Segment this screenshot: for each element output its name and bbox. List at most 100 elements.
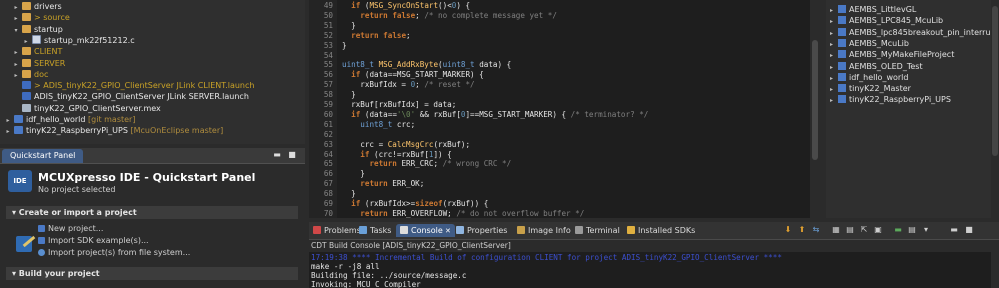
explorer-tree-row[interactable]: tinyK22_GPIO_ClientServer.mex: [12, 103, 161, 114]
code-line[interactable]: return ERR_OVERFLOW; /* do not overflow …: [342, 209, 584, 218]
tab-console[interactable]: Console ✕: [396, 224, 455, 237]
code-line[interactable]: crc = CalcMsgCrc(rxBuf);: [342, 140, 470, 150]
tasks-icon: [359, 226, 367, 234]
new-console-icon[interactable]: ▬: [893, 225, 903, 235]
minimize-button[interactable]: ▬: [272, 150, 282, 160]
code-line[interactable]: if (MSG_SyncOnStart()<0) {: [342, 1, 470, 11]
tab-label: Tasks: [370, 226, 392, 235]
open-console-icon[interactable]: ▤: [907, 225, 917, 235]
editor-scrollbar[interactable]: [810, 0, 820, 218]
link-icon[interactable]: ⇆: [811, 225, 821, 235]
project-icon: [838, 61, 846, 70]
pin-icon[interactable]: ⇱: [859, 225, 869, 235]
project-list-scrollbar-thumb[interactable]: [992, 6, 998, 156]
explorer-tree-label: tinyK22_RaspberryPi_UPS: [26, 126, 128, 136]
tab-problems[interactable]: Problems: [313, 224, 361, 237]
tab-properties[interactable]: Properties: [456, 224, 507, 237]
explorer-tree-row[interactable]: ▸ tinyK22_RaspberryPi_UPS [McuOnEclipse m…: [4, 125, 223, 136]
console-line: Invoking: MCU C Compiler: [311, 280, 421, 288]
section-create-import[interactable]: ▾ Create or import a project: [6, 206, 298, 219]
project-list-item[interactable]: ▸ idf_hello_world: [830, 72, 908, 83]
project-list-item[interactable]: ▸ AEMBS_lpc845breakout_pin_interrupt: [830, 27, 999, 38]
explorer-tree-label: > ADIS_tinyK22_GPIO_ClientServer JLink C…: [34, 81, 255, 91]
close-tab-icon[interactable]: ✕: [443, 227, 451, 235]
mcuxpresso-logo-icon: IDE: [8, 170, 32, 192]
tab-quickstart-panel[interactable]: Quickstart Panel: [2, 149, 84, 163]
list-icon[interactable]: ▤: [845, 225, 855, 235]
import-sdk-examples-link[interactable]: Import SDK example(s)...: [38, 235, 149, 246]
new-project-link[interactable]: New project...: [38, 223, 103, 234]
project-list-item[interactable]: ▸ AEMBS_McuLib: [830, 38, 909, 49]
expand-twisty-icon[interactable]: ▸: [4, 126, 12, 137]
git-branch-annotation: [McuOnEclipse master]: [127, 126, 224, 136]
explorer-tree-row[interactable]: ADIS_tinyK22_GPIO_ClientServer JLink SER…: [12, 91, 249, 102]
console-tabbar: Problems Tasks Console ✕ Properties Image In…: [309, 222, 999, 240]
console-view: Problems Tasks Console ✕ Properties Image In…: [309, 222, 999, 288]
code-line[interactable]: return ERR_OK;: [342, 179, 424, 189]
explorer-tree-row[interactable]: ▸ doc: [12, 69, 48, 80]
maximize-button[interactable]: ■: [287, 150, 297, 160]
project-list-scrollbar[interactable]: [991, 0, 999, 218]
minimize-icon[interactable]: ▬: [949, 225, 959, 235]
maximize-icon[interactable]: ■: [964, 225, 974, 235]
project-explorer: ▸ drivers ▸ > source ▾ startup ▸ startup_mk22f5…: [0, 0, 305, 144]
console-scrollbar[interactable]: [991, 252, 999, 288]
project-list-item[interactable]: ▸ tinyK22_Master: [830, 83, 911, 94]
project-list-item[interactable]: ▸ AEMBS_LPC845_McuLib: [830, 15, 943, 26]
tab-image-info[interactable]: Image Info: [517, 224, 571, 237]
code-line[interactable]: }: [342, 21, 356, 31]
project-icon: [838, 84, 846, 93]
scroll-down-icon[interactable]: ⬇: [783, 225, 793, 235]
code-line[interactable]: }: [342, 41, 347, 51]
code-editor[interactable]: 49 50 51 52 53 54 55 56 57 58 59 60 61 62 63 64 65 66 67 68…: [309, 0, 820, 218]
display-icon[interactable]: ▣: [873, 225, 883, 235]
view-menu-icon[interactable]: ▾: [921, 225, 931, 235]
code-line[interactable]: return false; /* no complete message yet…: [342, 11, 557, 21]
line-number: 70: [323, 208, 333, 218]
code-line[interactable]: uint8_t crc;: [342, 120, 415, 130]
explorer-tree-row[interactable]: ▾ startup: [12, 24, 63, 35]
import-from-filesystem-link[interactable]: Import project(s) from file system...: [38, 247, 190, 258]
code-line[interactable]: return false;: [342, 31, 410, 41]
explorer-tree-row[interactable]: > ADIS_tinyK22_GPIO_ClientServer JLink C…: [12, 80, 254, 91]
folder-icon: [22, 47, 31, 56]
code-line[interactable]: if (data=='\0' && rxBuf[0]==MSG_START_MA…: [342, 110, 648, 120]
explorer-tree-row[interactable]: ▸ idf_hello_world [git master]: [4, 114, 135, 125]
explorer-tree-row[interactable]: ▸ SERVER: [12, 58, 65, 69]
code-line[interactable]: }: [342, 189, 356, 199]
code-line[interactable]: uint8_t MSG_AddRxByte(uint8_t data) {: [342, 60, 511, 70]
project-list-item[interactable]: ▸ tinyK22_RaspberryPi_UPS: [830, 94, 951, 105]
explorer-tree-row[interactable]: ▸ startup_mk22f51212.c: [22, 34, 135, 46]
code-line[interactable]: if (data==MSG_START_MARKER) {: [342, 70, 484, 80]
tab-installed-sdks[interactable]: Installed SDKs: [627, 224, 695, 237]
line-number: 63: [323, 139, 333, 149]
grid-icon[interactable]: ▦: [831, 225, 841, 235]
scroll-up-icon[interactable]: ⬆: [797, 225, 807, 235]
line-number: 52: [323, 30, 333, 40]
code-line[interactable]: if (rxBufIdx>=sizeof(rxBuf)) {: [342, 199, 488, 209]
code-line[interactable]: return ERR_CRC; /* wrong CRC */: [342, 159, 511, 169]
project-name: AEMBS_LPC845_McuLib: [849, 16, 944, 26]
tab-terminal[interactable]: Terminal: [575, 224, 620, 237]
tab-tasks[interactable]: Tasks: [359, 224, 391, 237]
explorer-tree-row[interactable]: ▸ CLIENT: [12, 46, 62, 57]
code-line[interactable]: }: [342, 169, 365, 179]
console-output[interactable]: 17:19:38 **** Incremental Build of confi…: [309, 252, 999, 288]
project-list-item[interactable]: ▸ AEMBS_MyMakeFileProject: [830, 49, 954, 60]
expand-twisty-icon[interactable]: ▸: [830, 95, 838, 106]
code-line[interactable]: rxBuf[rxBufIdx] = data;: [342, 100, 456, 110]
project-icon: [838, 16, 846, 25]
code-line[interactable]: }: [342, 90, 356, 100]
explorer-tree-row[interactable]: ▸ > source: [12, 12, 70, 23]
line-number: 55: [323, 60, 333, 70]
expand-twisty-icon[interactable]: ▾: [12, 25, 20, 36]
explorer-tree-row[interactable]: ▸ drivers: [12, 1, 62, 12]
project-list-item[interactable]: ▸ AEMBS_OLED_Test: [830, 61, 923, 72]
project-list-item[interactable]: ▸ AEMBS_LittlevGL: [830, 4, 916, 15]
section-build-project[interactable]: ▾ Build your project: [6, 267, 298, 280]
code-line[interactable]: if (crc!=rxBuf[1]) {: [342, 150, 451, 160]
explorer-tree-label: startup: [34, 24, 63, 34]
line-number-gutter: 49 50 51 52 53 54 55 56 57 58 59 60 61 62 63 64 65 66 67 68…: [309, 0, 337, 218]
code-line[interactable]: rxBufIdx = 0; /* reset */: [342, 80, 474, 90]
editor-scrollbar-thumb[interactable]: [812, 40, 818, 160]
